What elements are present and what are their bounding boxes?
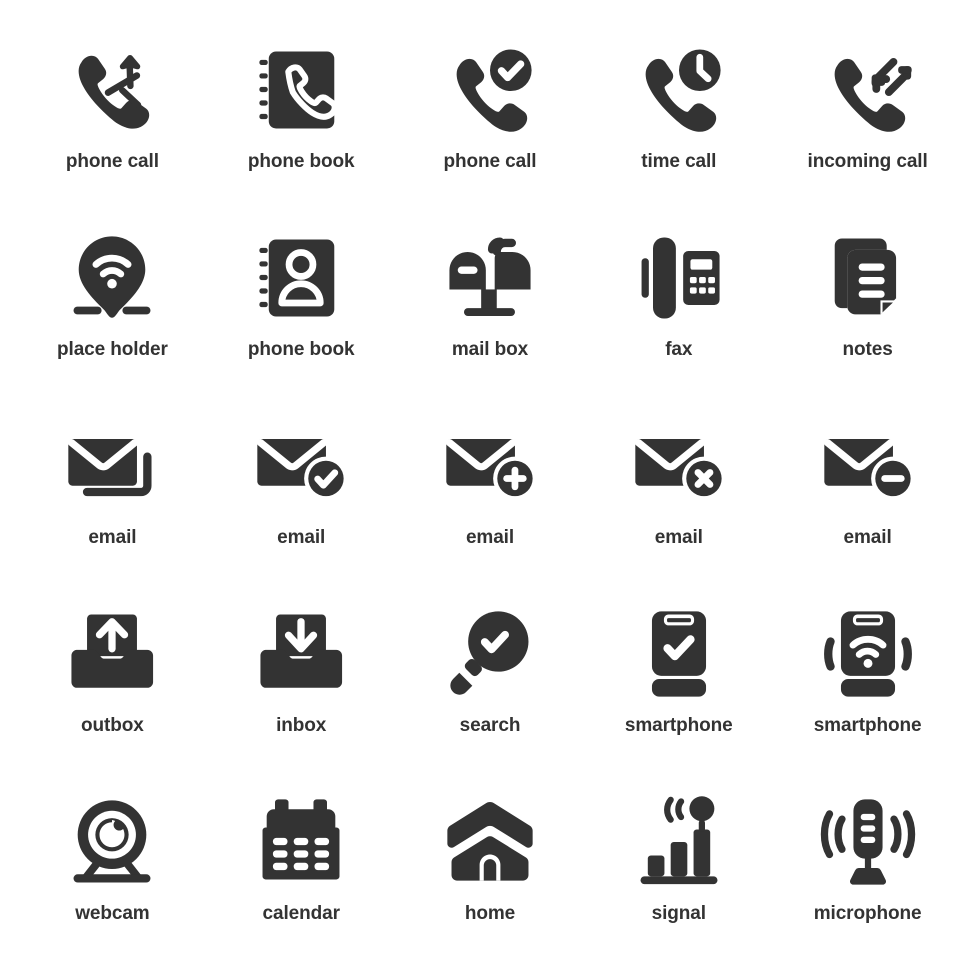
icon-cell-home[interactable]: home <box>396 774 585 962</box>
envelope-check-icon <box>249 414 353 518</box>
icon-grid: phone call phone book phone call time ca… <box>0 0 980 980</box>
tray-up-icon <box>60 602 164 706</box>
mailbox-icon <box>438 226 542 330</box>
icon-label: outbox <box>81 715 144 736</box>
icon-cell-smartphone-wifi[interactable]: smartphone <box>773 586 962 774</box>
icon-label: phone call <box>443 151 537 172</box>
magnifier-check-icon <box>438 602 542 706</box>
icon-label: email <box>465 527 515 548</box>
icon-label: microphone <box>813 903 922 924</box>
book-person-icon <box>249 226 353 330</box>
icon-cell-mail-box[interactable]: mail box <box>396 210 585 398</box>
icon-cell-microphone[interactable]: microphone <box>773 774 962 962</box>
icon-label: time call <box>641 151 717 172</box>
icon-label: signal <box>651 903 706 924</box>
icon-label: email <box>843 527 892 548</box>
icon-cell-email-check[interactable]: email <box>207 398 396 586</box>
icon-label: email <box>277 527 326 548</box>
icon-cell-webcam[interactable]: webcam <box>18 774 207 962</box>
icon-label: fax <box>665 339 693 360</box>
envelope-plus-icon <box>438 414 542 518</box>
icon-label: home <box>464 903 516 924</box>
icon-cell-notes[interactable]: notes <box>773 210 962 398</box>
icon-cell-phone-call-check[interactable]: phone call <box>396 22 585 210</box>
icon-label: email <box>88 527 137 548</box>
icon-label: notes <box>842 339 893 360</box>
icon-label: place holder <box>57 339 168 360</box>
envelope-cross-icon <box>627 414 731 518</box>
calendar-grid-icon <box>249 790 353 894</box>
icon-cell-place-holder[interactable]: place holder <box>18 210 207 398</box>
tray-down-icon <box>249 602 353 706</box>
icon-label: incoming call <box>807 151 928 172</box>
envelope-minus-icon <box>816 414 920 518</box>
icon-label: webcam <box>75 903 150 924</box>
book-handset-icon <box>249 38 353 142</box>
icon-cell-time-call[interactable]: time call <box>584 22 773 210</box>
icon-label: smartphone <box>813 715 922 736</box>
icon-label: calendar <box>262 903 340 924</box>
signal-bars-icon <box>627 790 731 894</box>
icon-cell-email-add[interactable]: email <box>396 398 585 586</box>
fax-machine-icon <box>627 226 731 330</box>
icon-cell-inbox[interactable]: inbox <box>207 586 396 774</box>
icon-cell-outbox[interactable]: outbox <box>18 586 207 774</box>
icon-cell-fax[interactable]: fax <box>584 210 773 398</box>
envelope-stack-icon <box>60 414 164 518</box>
handset-check-icon <box>438 38 542 142</box>
phone-check-icon <box>627 602 731 706</box>
icon-label: mail box <box>451 339 529 360</box>
pin-wifi-icon <box>60 226 164 330</box>
icon-cell-email-remove[interactable]: email <box>584 398 773 586</box>
icon-cell-phone-book-person[interactable]: phone book <box>207 210 396 398</box>
mic-stand-icon <box>816 790 920 894</box>
icon-cell-email-minus[interactable]: email <box>773 398 962 586</box>
icon-label: phone book <box>247 339 355 360</box>
icon-label: inbox <box>276 715 327 736</box>
house-icon <box>438 790 542 894</box>
icon-cell-smartphone-check[interactable]: smartphone <box>584 586 773 774</box>
icon-label: phone book <box>247 151 355 172</box>
note-pages-icon <box>816 226 920 330</box>
icon-label: search <box>459 715 521 736</box>
icon-cell-phone-call-outgoing[interactable]: phone call <box>18 22 207 210</box>
icon-cell-calendar[interactable]: calendar <box>207 774 396 962</box>
icon-label: email <box>654 527 703 548</box>
handset-arrow-icon <box>60 38 164 142</box>
icon-cell-email-stack[interactable]: email <box>18 398 207 586</box>
icon-cell-incoming-call[interactable]: incoming call <box>773 22 962 210</box>
icon-label: phone call <box>65 151 159 172</box>
icon-cell-signal[interactable]: signal <box>584 774 773 962</box>
phone-wifi-icon <box>816 602 920 706</box>
webcam-stand-icon <box>60 790 164 894</box>
handset-clock-icon <box>627 38 731 142</box>
icon-label: smartphone <box>624 715 733 736</box>
icon-cell-phone-book-handset[interactable]: phone book <box>207 22 396 210</box>
icon-cell-search[interactable]: search <box>396 586 585 774</box>
handset-incoming-icon <box>816 38 920 142</box>
